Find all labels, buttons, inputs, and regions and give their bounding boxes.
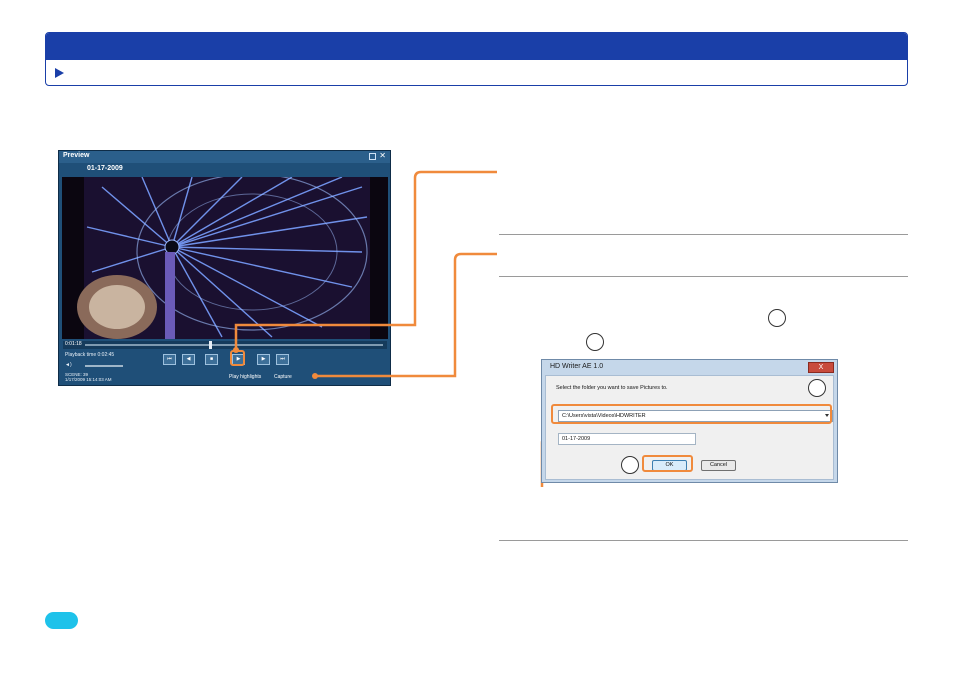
dialog-message: Select the folder you want to save Pictu… (556, 385, 668, 391)
step-circle (621, 456, 639, 474)
play-button-highlight (230, 350, 245, 366)
divider (499, 276, 908, 277)
folder-select-highlight (551, 404, 832, 424)
divider (499, 234, 908, 235)
file-name-field[interactable]: 01-17-2009 (558, 433, 696, 445)
step-circle (768, 309, 786, 327)
ok-button-highlight (642, 455, 693, 472)
dialog-close-button[interactable]: X (808, 362, 834, 373)
dialog-title: HD Writer AE 1.0 (550, 363, 604, 370)
divider (499, 540, 908, 541)
step-circle (586, 333, 604, 351)
cancel-button[interactable]: Cancel (701, 460, 736, 471)
page-indicator (45, 612, 78, 629)
step-circle (808, 379, 826, 397)
callout-lines (233, 170, 555, 487)
